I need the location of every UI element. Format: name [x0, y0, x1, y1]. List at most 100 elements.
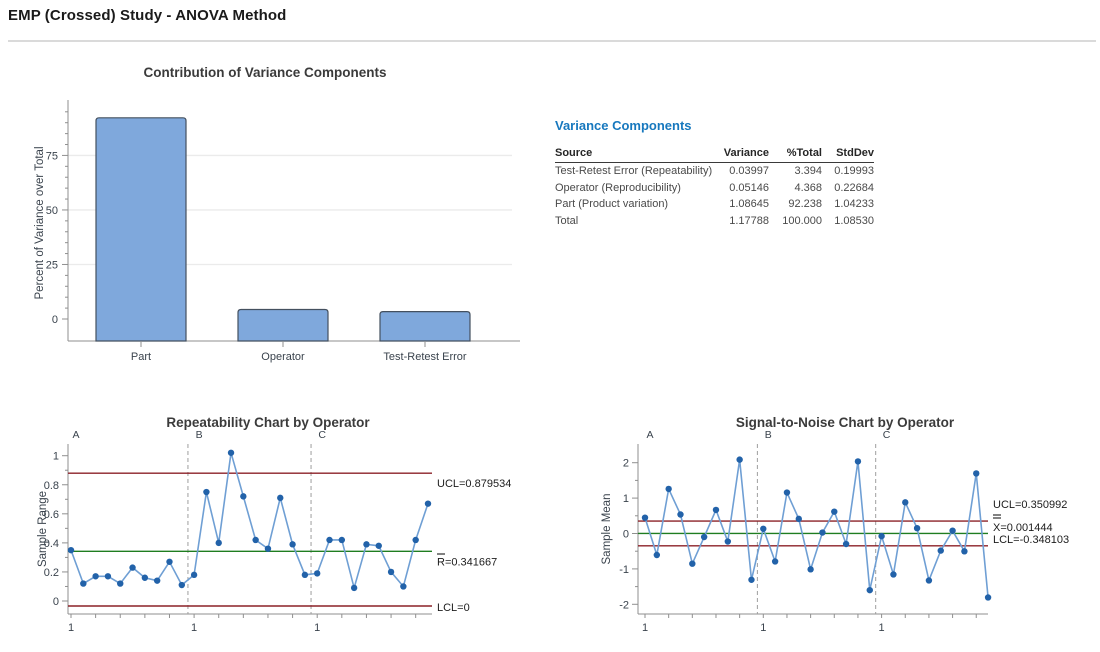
x-tick-label: 1 — [191, 622, 197, 634]
data-point — [191, 572, 197, 578]
data-point — [203, 489, 209, 495]
data-point — [938, 547, 944, 553]
operator-label: C — [318, 429, 326, 441]
y-tick-label: 0 — [52, 314, 58, 326]
y-tick-label: -1 — [619, 564, 629, 576]
table-cell: 1.17788 — [705, 213, 769, 230]
data-point — [166, 559, 172, 565]
operator-label: C — [883, 429, 891, 441]
y-tick-label: 0.6 — [44, 509, 59, 521]
y-tick-label: 1 — [623, 493, 629, 505]
center-label: R=0.341667 — [437, 557, 497, 569]
data-point — [736, 456, 742, 462]
data-point — [351, 585, 357, 591]
operator-label: A — [646, 429, 653, 441]
data-point — [117, 580, 123, 586]
chart-title: Repeatability Chart by Operator — [166, 415, 370, 430]
x-tick-label: 1 — [760, 622, 766, 634]
center-label: X=0.001444 — [993, 522, 1053, 534]
data-point — [302, 572, 308, 578]
table-cell: 0.19993 — [822, 163, 874, 180]
category-label: Part — [131, 351, 151, 363]
data-point — [855, 458, 861, 464]
table-cell: 0.22684 — [822, 180, 874, 197]
data-point — [339, 537, 345, 543]
table-row: Total1.17788100.0001.08530 — [555, 213, 874, 230]
signal-to-noise-chart: Signal-to-Noise Chart by OperatorSample … — [585, 407, 1100, 652]
variance-components-table: SourceVariance%TotalStdDev Test-Retest E… — [555, 145, 874, 229]
data-point — [326, 537, 332, 543]
bar — [238, 309, 328, 341]
data-point — [277, 495, 283, 501]
chart-title: Contribution of Variance Components — [143, 65, 386, 80]
x-tick-label: 1 — [68, 622, 74, 634]
data-point — [412, 537, 418, 543]
data-point — [129, 564, 135, 570]
data-point — [642, 514, 648, 520]
data-point — [92, 573, 98, 579]
data-point — [289, 541, 295, 547]
lcl-label: LCL=0 — [437, 602, 470, 614]
table-row: Part (Product variation)1.0864592.2381.0… — [555, 196, 874, 213]
column-header: StdDev — [822, 145, 874, 163]
data-point — [819, 529, 825, 535]
data-point — [216, 540, 222, 546]
table-cell: 1.04233 — [822, 196, 874, 213]
data-point — [252, 537, 258, 543]
data-point — [926, 577, 932, 583]
data-point — [961, 548, 967, 554]
data-point — [760, 526, 766, 532]
data-point — [240, 493, 246, 499]
data-point — [228, 450, 234, 456]
data-point — [843, 541, 849, 547]
variance-components-section: Variance Components SourceVariance%Total… — [555, 118, 895, 229]
ucl-label: UCL=0.879534 — [437, 478, 511, 490]
data-point — [807, 566, 813, 572]
y-tick-label: -2 — [619, 599, 629, 611]
data-point — [867, 587, 873, 593]
bar — [380, 312, 470, 341]
data-point — [105, 573, 111, 579]
data-point — [878, 533, 884, 539]
data-point — [400, 583, 406, 589]
table-cell: 4.368 — [769, 180, 822, 197]
y-tick-label: 0.8 — [44, 480, 59, 492]
data-point — [68, 547, 74, 553]
data-point — [748, 577, 754, 583]
data-point — [179, 582, 185, 588]
data-point — [265, 545, 271, 551]
table-cell: 3.394 — [769, 163, 822, 180]
data-point — [654, 552, 660, 558]
operator-label: A — [72, 429, 79, 441]
data-point — [154, 577, 160, 583]
y-tick-label: 1 — [53, 451, 59, 463]
table-cell: Test-Retest Error (Repeatability) — [555, 163, 705, 180]
table-cell: 92.238 — [769, 196, 822, 213]
table-cell: 1.08645 — [705, 196, 769, 213]
table-row: Test-Retest Error (Repeatability)0.03997… — [555, 163, 874, 180]
rchart-svg: Repeatability Chart by OperatorSample Ra… — [15, 407, 560, 652]
data-point — [772, 558, 778, 564]
data-point — [363, 541, 369, 547]
y-tick-label: 0.2 — [44, 567, 59, 579]
table-row: Operator (Reproducibility)0.051464.3680.… — [555, 180, 874, 197]
variance-contribution-bar-chart: Contribution of Variance Components Perce… — [10, 55, 550, 390]
table-cell: 1.08530 — [822, 213, 874, 230]
data-point — [949, 527, 955, 533]
y-axis-label: Percent of Variance over Total — [34, 147, 46, 300]
data-point — [725, 538, 731, 544]
table-header-row: SourceVariance%TotalStdDev — [555, 145, 874, 163]
data-point — [665, 486, 671, 492]
page-title: EMP (Crossed) Study - ANOVA Method — [8, 7, 286, 24]
column-header: %Total — [769, 145, 822, 163]
data-point — [831, 508, 837, 514]
data-point — [914, 525, 920, 531]
data-point — [677, 511, 683, 517]
column-header: Source — [555, 145, 705, 163]
ucl-label: UCL=0.350992 — [993, 499, 1067, 511]
repeatability-chart: Repeatability Chart by OperatorSample Ra… — [15, 407, 560, 652]
y-tick-label: 75 — [46, 150, 58, 162]
data-point — [973, 470, 979, 476]
data-point — [985, 594, 991, 600]
data-point — [314, 570, 320, 576]
